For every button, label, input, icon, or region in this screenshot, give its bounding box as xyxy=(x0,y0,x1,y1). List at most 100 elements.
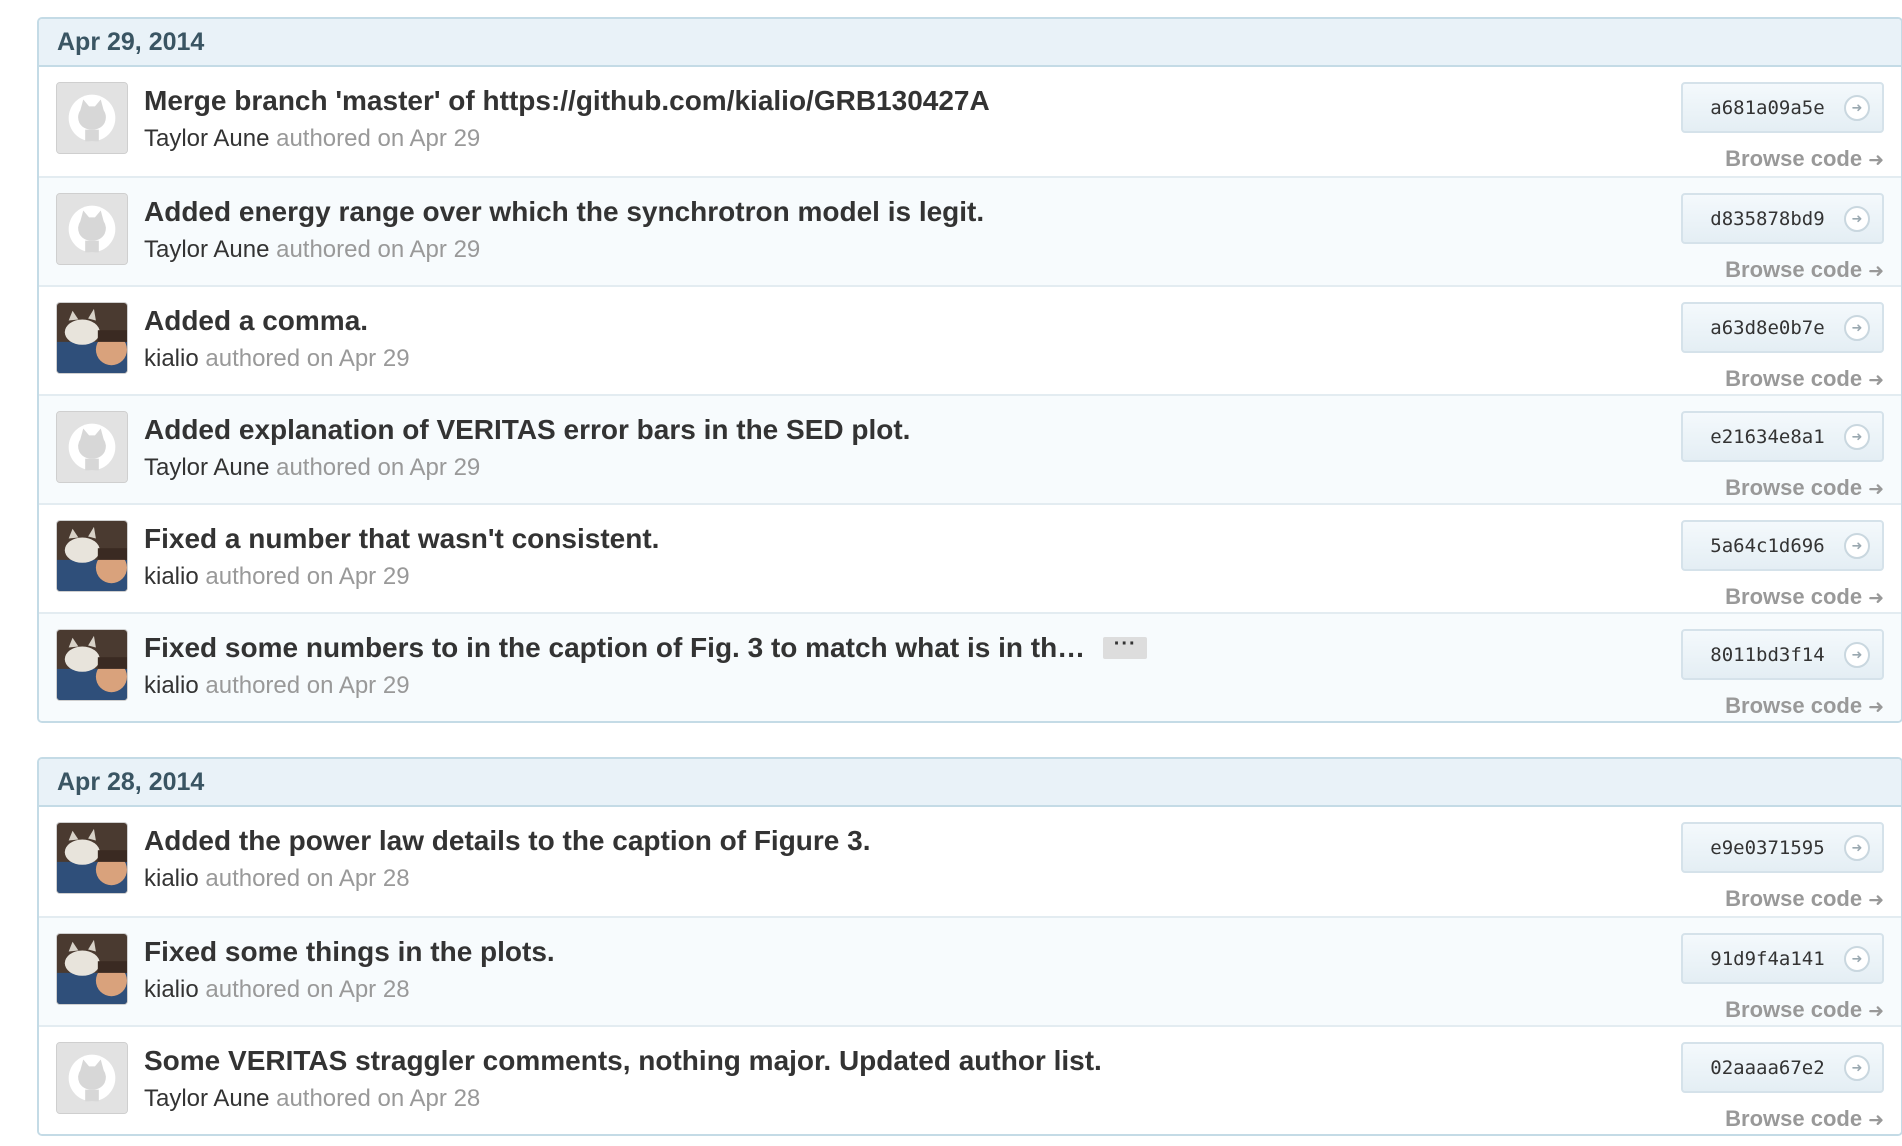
commit-row: Some VERITAS straggler comments, nothing… xyxy=(39,1025,1901,1134)
arrow-right-circle-icon: ➜ xyxy=(1844,95,1870,121)
photo-avatar[interactable] xyxy=(56,822,128,894)
commit-meta: Taylor Aune authored on Apr 29 xyxy=(144,236,480,264)
browse-code-link[interactable]: Browse code ➜ xyxy=(1725,1106,1884,1132)
arrow-right-circle-icon: ➜ xyxy=(1844,1055,1870,1081)
commits-page: Apr 29, 2014 Merge branch 'master' of ht… xyxy=(0,0,1902,1146)
browse-code-link[interactable]: Browse code ➜ xyxy=(1725,366,1884,392)
commit-group-0: Apr 29, 2014 Merge branch 'master' of ht… xyxy=(37,17,1902,723)
commit-title-text[interactable]: Merge branch 'master' of https://github.… xyxy=(144,85,990,117)
arrow-right-circle-icon: ➜ xyxy=(1844,315,1870,341)
arrow-right-circle-icon: ➜ xyxy=(1844,835,1870,861)
arrow-right-icon: ➜ xyxy=(1868,588,1884,609)
browse-code-link[interactable]: Browse code ➜ xyxy=(1725,886,1884,912)
arrow-right-icon: ➜ xyxy=(1868,261,1884,282)
commit-sha-button[interactable]: 91d9f4a141 ➜ xyxy=(1681,933,1884,984)
browse-code-link[interactable]: Browse code ➜ xyxy=(1725,146,1884,172)
commit-meta: kialio authored on Apr 29 xyxy=(144,563,410,591)
commit-title[interactable]: Fixed some numbers to in the caption of … xyxy=(144,632,1148,664)
browse-code-label[interactable]: Browse code xyxy=(1725,584,1862,609)
commit-title[interactable]: Some VERITAS straggler comments, nothing… xyxy=(144,1045,1102,1077)
commit-author[interactable]: kialio xyxy=(144,345,199,372)
identicon-avatar[interactable] xyxy=(56,82,128,154)
commit-sha-button[interactable]: e21634e8a1 ➜ xyxy=(1681,411,1884,462)
photo-avatar[interactable] xyxy=(56,302,128,374)
commit-author[interactable]: Taylor Aune xyxy=(144,1085,269,1112)
identicon-avatar[interactable] xyxy=(56,1042,128,1114)
commit-title[interactable]: Added the power law details to the capti… xyxy=(144,825,871,857)
arrow-right-icon: ➜ xyxy=(1868,370,1884,391)
commit-author[interactable]: Taylor Aune xyxy=(144,125,269,152)
commit-title-text[interactable]: Fixed a number that wasn't consistent. xyxy=(144,523,659,555)
browse-code-label[interactable]: Browse code xyxy=(1725,1106,1862,1131)
identicon-avatar[interactable] xyxy=(56,411,128,483)
browse-code-label[interactable]: Browse code xyxy=(1725,693,1862,718)
photo-avatar[interactable] xyxy=(56,933,128,1005)
arrow-right-circle-icon: ➜ xyxy=(1844,533,1870,559)
commit-sha-button[interactable]: a681a09a5e ➜ xyxy=(1681,82,1884,133)
browse-code-link[interactable]: Browse code ➜ xyxy=(1725,584,1884,610)
commit-title[interactable]: Added a comma. xyxy=(144,305,368,337)
commit-title-text[interactable]: Some VERITAS straggler comments, nothing… xyxy=(144,1045,1102,1077)
browse-code-label[interactable]: Browse code xyxy=(1725,997,1862,1022)
commit-authored-date: authored on Apr 29 xyxy=(205,563,410,590)
commit-sha-button[interactable]: e9e0371595 ➜ xyxy=(1681,822,1884,873)
commit-title-text[interactable]: Fixed some numbers to in the caption of … xyxy=(144,632,1085,664)
commit-sha-button[interactable]: 02aaaa67e2 ➜ xyxy=(1681,1042,1884,1093)
commit-meta: kialio authored on Apr 28 xyxy=(144,976,410,1004)
commit-authored-date: authored on Apr 29 xyxy=(205,672,410,699)
commit-group-date: Apr 28, 2014 xyxy=(39,759,1901,807)
arrow-right-circle-icon: ➜ xyxy=(1844,642,1870,668)
commit-authored-date: authored on Apr 29 xyxy=(276,454,481,481)
commit-author[interactable]: kialio xyxy=(144,672,199,699)
commit-title[interactable]: Added explanation of VERITAS error bars … xyxy=(144,414,910,446)
commit-sha-button[interactable]: 5a64c1d696 ➜ xyxy=(1681,520,1884,571)
commit-title[interactable]: Fixed some things in the plots. xyxy=(144,936,555,968)
commit-title-text[interactable]: Added energy range over which the synchr… xyxy=(144,196,984,228)
photo-avatar[interactable] xyxy=(56,520,128,592)
identicon-avatar[interactable] xyxy=(56,193,128,265)
commit-sha-button[interactable]: a63d8e0b7e ➜ xyxy=(1681,302,1884,353)
commit-row: Added the power law details to the capti… xyxy=(39,807,1901,916)
commit-authored-date: authored on Apr 28 xyxy=(205,865,410,892)
commit-sha-button[interactable]: 8011bd3f14 ➜ xyxy=(1681,629,1884,680)
commit-title-text[interactable]: Added the power law details to the capti… xyxy=(144,825,871,857)
browse-code-label[interactable]: Browse code xyxy=(1725,146,1862,171)
commit-title[interactable]: Added energy range over which the synchr… xyxy=(144,196,984,228)
commit-meta: kialio authored on Apr 29 xyxy=(144,345,410,373)
commit-sha-button[interactable]: d835878bd9 ➜ xyxy=(1681,193,1884,244)
commit-title-text[interactable]: Fixed some things in the plots. xyxy=(144,936,555,968)
expand-message-button[interactable]: ··· xyxy=(1103,634,1148,659)
commit-author[interactable]: Taylor Aune xyxy=(144,236,269,263)
photo-avatar[interactable] xyxy=(56,629,128,701)
browse-code-link[interactable]: Browse code ➜ xyxy=(1725,475,1884,501)
commit-row: Fixed some numbers to in the caption of … xyxy=(39,612,1901,721)
arrow-right-icon: ➜ xyxy=(1868,697,1884,718)
commit-title-text[interactable]: Added explanation of VERITAS error bars … xyxy=(144,414,910,446)
arrow-right-icon: ➜ xyxy=(1868,890,1884,911)
commit-authored-date: authored on Apr 29 xyxy=(205,345,410,372)
commit-authored-date: authored on Apr 29 xyxy=(276,236,481,263)
arrow-right-circle-icon: ➜ xyxy=(1844,946,1870,972)
commit-title[interactable]: Merge branch 'master' of https://github.… xyxy=(144,85,990,117)
browse-code-label[interactable]: Browse code xyxy=(1725,886,1862,911)
browse-code-label[interactable]: Browse code xyxy=(1725,475,1862,500)
commit-author[interactable]: kialio xyxy=(144,563,199,590)
arrow-right-icon: ➜ xyxy=(1868,1110,1884,1131)
browse-code-label[interactable]: Browse code xyxy=(1725,257,1862,282)
browse-code-label[interactable]: Browse code xyxy=(1725,366,1862,391)
arrow-right-circle-icon: ➜ xyxy=(1844,424,1870,450)
arrow-right-icon: ➜ xyxy=(1868,1001,1884,1022)
commit-author[interactable]: Taylor Aune xyxy=(144,454,269,481)
commit-author[interactable]: kialio xyxy=(144,976,199,1003)
browse-code-link[interactable]: Browse code ➜ xyxy=(1725,997,1884,1023)
commit-title[interactable]: Fixed a number that wasn't consistent. xyxy=(144,523,659,555)
commit-meta: kialio authored on Apr 28 xyxy=(144,865,410,893)
commit-author[interactable]: kialio xyxy=(144,865,199,892)
browse-code-link[interactable]: Browse code ➜ xyxy=(1725,257,1884,283)
commit-meta: Taylor Aune authored on Apr 29 xyxy=(144,454,480,482)
arrow-right-circle-icon: ➜ xyxy=(1844,206,1870,232)
arrow-right-icon: ➜ xyxy=(1868,479,1884,500)
browse-code-link[interactable]: Browse code ➜ xyxy=(1725,693,1884,719)
commit-title-text[interactable]: Added a comma. xyxy=(144,305,368,337)
commit-row: Fixed a number that wasn't consistent. k… xyxy=(39,503,1901,612)
